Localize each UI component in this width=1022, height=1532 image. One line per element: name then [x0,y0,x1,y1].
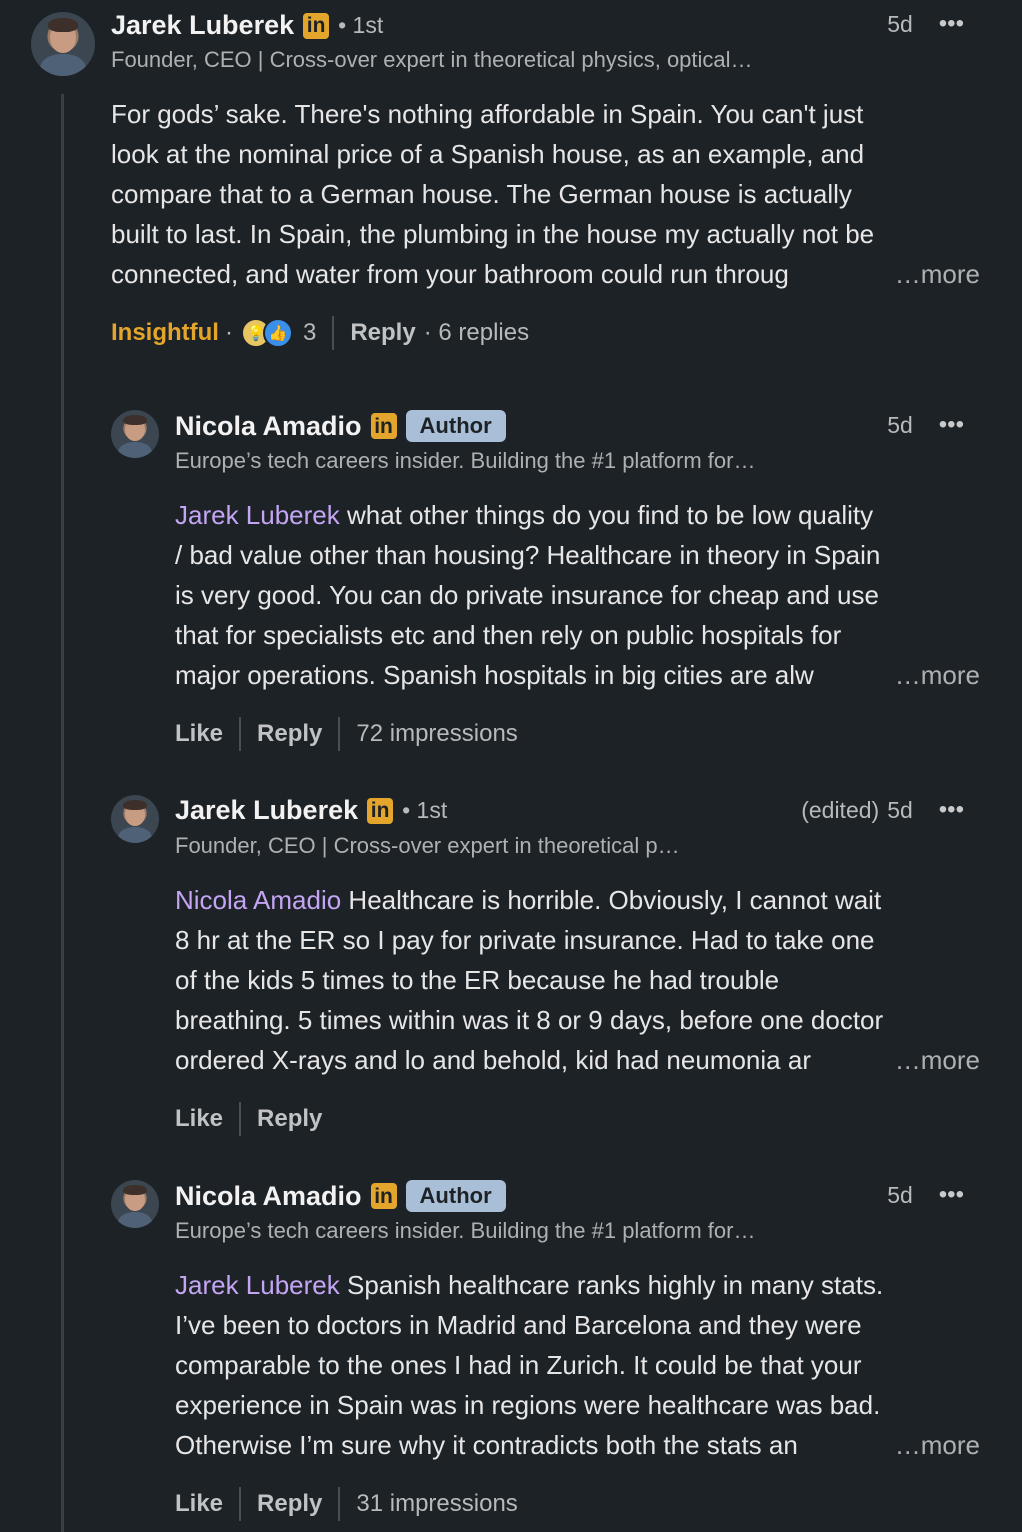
avatar[interactable] [31,12,95,76]
see-more-link[interactable]: …more [880,254,980,294]
avatar[interactable] [111,1180,159,1228]
author-badge: Author [405,1180,506,1212]
comment-body: For gods’ sake. There's nothing affordab… [111,99,875,289]
reply-button[interactable]: Reply [257,1105,322,1133]
reply-button[interactable]: Reply [257,1490,322,1518]
timestamp: 5d [887,411,913,438]
author-headline: Europe’s tech careers insider. Building … [175,1218,756,1243]
edited-label: (edited) [801,796,880,823]
impressions-count: 72 impressions [356,720,518,747]
timestamp: 5d [887,10,913,37]
connection-degree: • 1st [338,12,384,38]
linkedin-icon: in [367,797,394,824]
connection-degree: • 1st [402,797,448,823]
linkedin-icon: in [370,413,397,439]
see-more-link[interactable]: …more [880,1040,980,1080]
reaction-label[interactable]: Insightful [111,319,219,347]
reply-button[interactable]: Reply [350,319,415,347]
comment-body: Nicola Amadio Healthcare is horrible. Ob… [175,885,884,1075]
like-button[interactable]: Like [175,720,223,748]
mention-link[interactable]: Jarek Luberek [175,1270,340,1300]
like-button[interactable]: Like [175,1105,223,1133]
thread-line [61,94,64,1532]
author-headline: Europe’s tech careers insider. Building … [175,448,756,473]
author-headline: Founder, CEO | Cross-over expert in theo… [175,833,680,858]
author-name[interactable]: Nicola Amadio [175,411,362,442]
linkedin-icon: in [303,12,330,39]
divider [338,717,341,751]
mention-link[interactable]: Nicola Amadio [175,885,341,915]
reply-button[interactable]: Reply [257,720,322,748]
thumbs-up-icon: 👍 [262,318,293,348]
divider [239,1102,242,1136]
avatar[interactable] [111,795,159,843]
comment-body: Jarek Luberek what other things do you f… [175,500,881,690]
divider [239,1487,242,1521]
reaction-icons[interactable]: 💡 👍 [240,318,293,348]
timestamp: 5d [887,1181,913,1208]
avatar[interactable] [111,410,159,458]
mention-link[interactable]: Jarek Luberek [175,500,340,530]
divider [332,316,335,350]
author-name[interactable]: Jarek Luberek [175,795,358,826]
divider [338,1487,341,1521]
comment-body: Jarek Luberek Spanish healthcare ranks h… [175,1270,884,1460]
linkedin-icon: in [370,1183,397,1209]
author-name[interactable]: Nicola Amadio [175,1181,362,1212]
more-options-icon[interactable]: ••• [939,1181,964,1209]
timestamp: 5d [887,796,913,823]
more-options-icon[interactable]: ••• [939,10,964,38]
author-headline: Founder, CEO | Cross-over expert in theo… [111,47,753,72]
divider [239,717,242,751]
impressions-count: 31 impressions [356,1490,518,1517]
replies-count[interactable]: · 6 replies [424,319,529,347]
like-button[interactable]: Like [175,1490,223,1518]
more-options-icon[interactable]: ••• [939,411,964,439]
see-more-link[interactable]: …more [880,1425,980,1465]
reaction-count[interactable]: 3 [303,319,316,347]
more-options-icon[interactable]: ••• [939,796,964,824]
see-more-link[interactable]: …more [880,655,980,695]
author-badge: Author [405,410,506,442]
author-name[interactable]: Jarek Luberek [111,10,294,41]
